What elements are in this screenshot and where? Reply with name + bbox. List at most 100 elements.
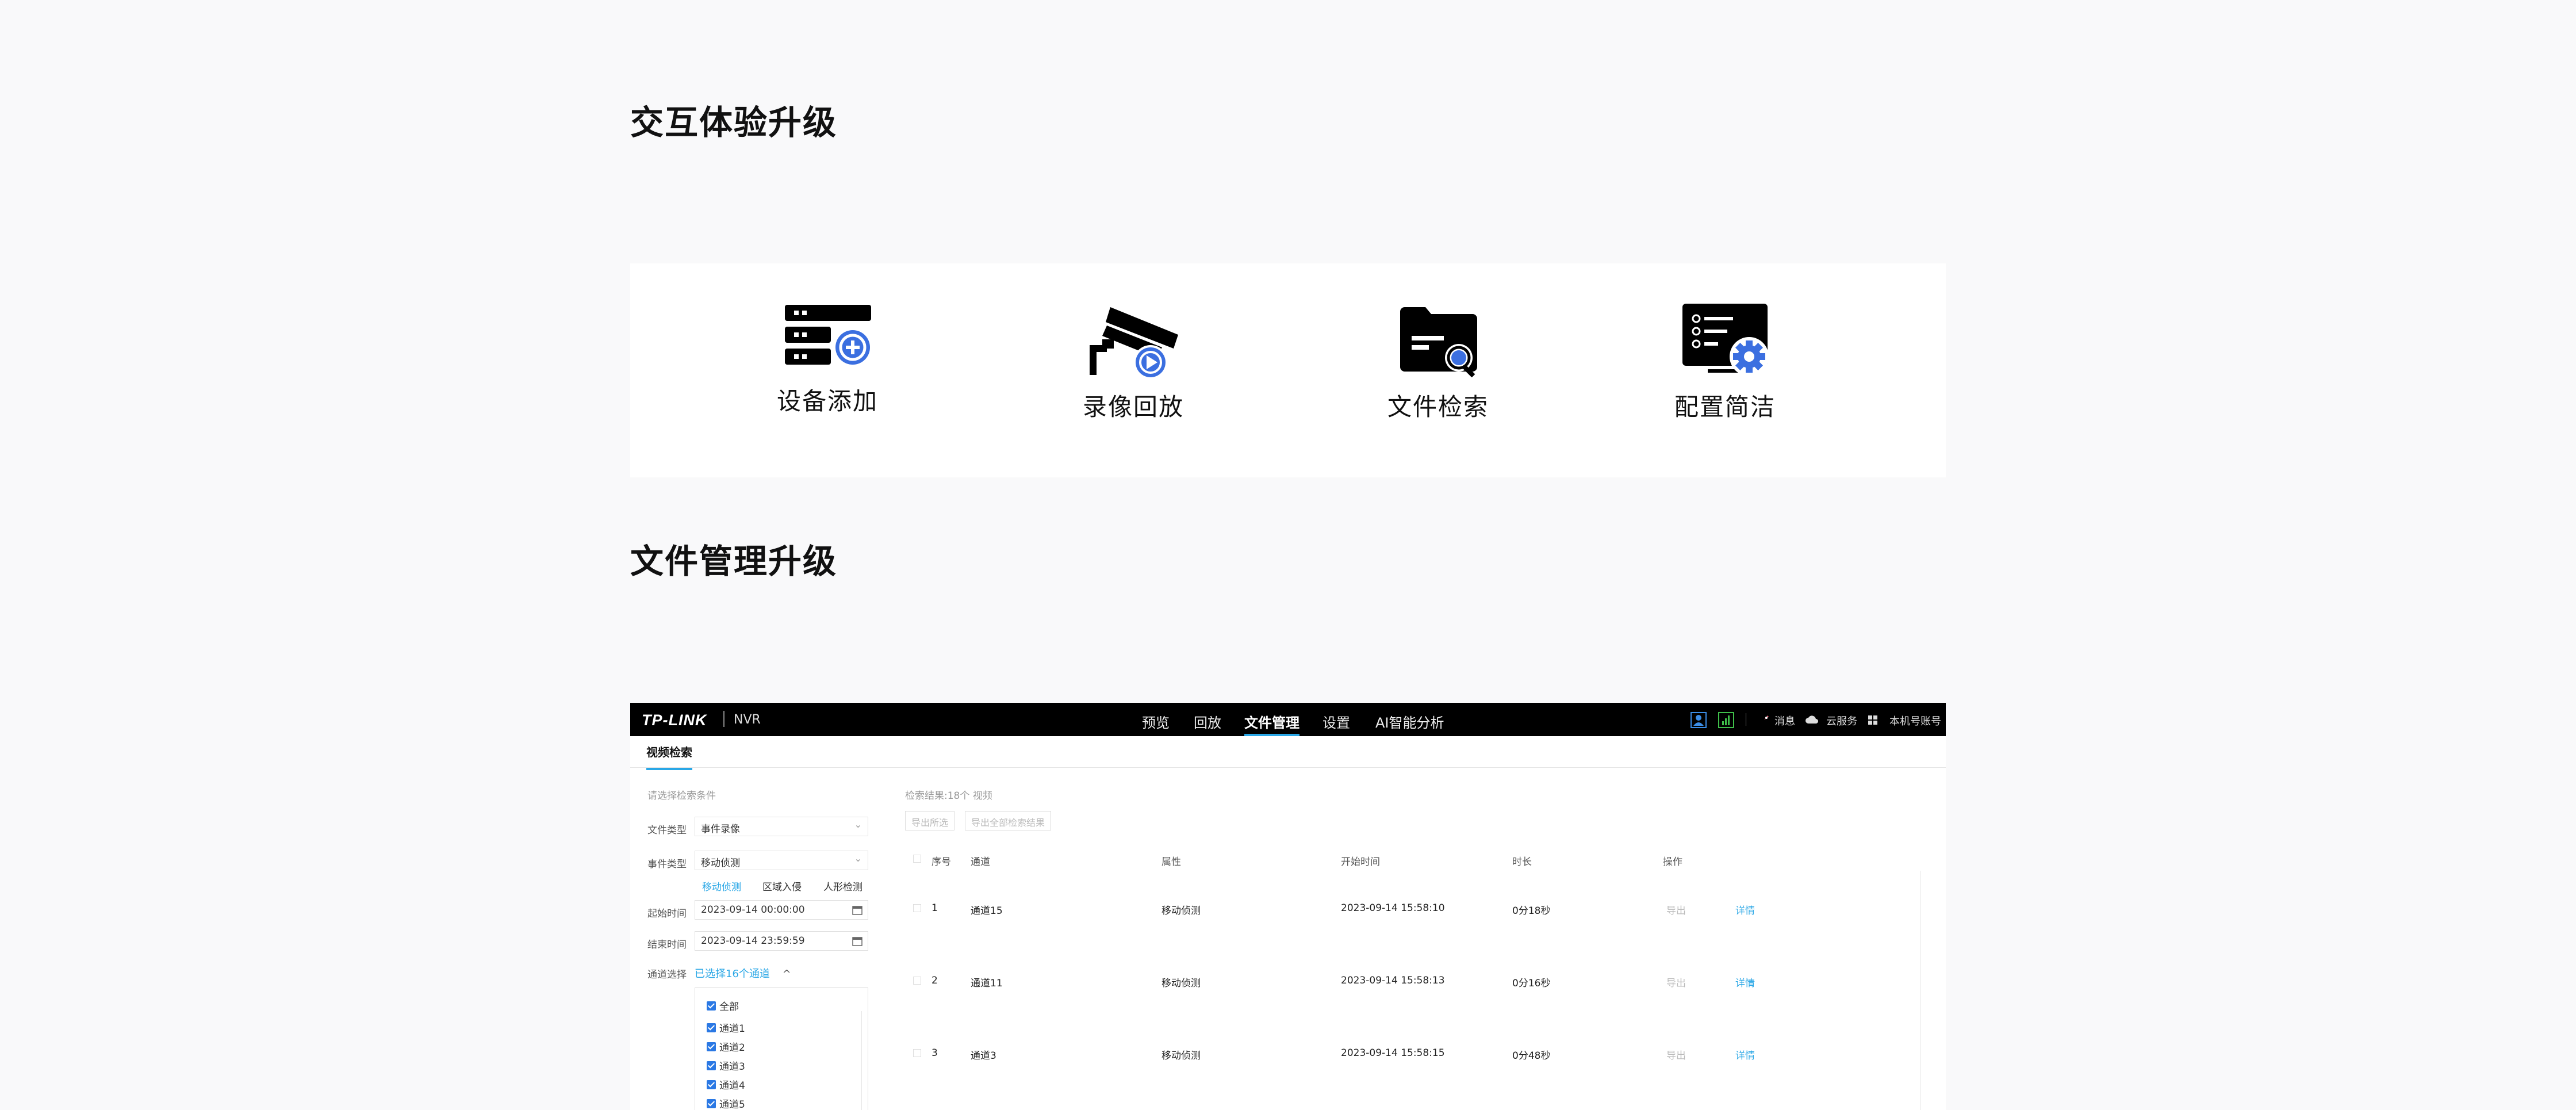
detail-link[interactable]: 详情: [1735, 1047, 1755, 1062]
detail-link[interactable]: 详情: [1735, 902, 1755, 917]
cell-attr: 移动侦测: [1162, 978, 1201, 989]
channel-label: 全部: [719, 1001, 739, 1013]
cell-start: 2023-09-14 15:58:15: [1341, 1047, 1445, 1059]
channel-checkbox-5[interactable]: 通道5: [707, 1096, 745, 1110]
col-header-no: 序号: [931, 856, 951, 868]
channel-label: 通道5: [719, 1099, 745, 1110]
channel-checkbox-2[interactable]: 通道2: [707, 1039, 745, 1054]
grid-icon: [1868, 715, 1877, 725]
channel-checkbox-3[interactable]: 通道3: [707, 1058, 745, 1073]
search-hint: 请选择检索条件: [647, 790, 716, 802]
end-time-input[interactable]: 2023-09-14 23:59:59: [695, 931, 868, 951]
subtab-divider: [630, 767, 1946, 768]
export-all-button[interactable]: 导出全部检索结果: [965, 811, 1052, 830]
user-icon[interactable]: [1690, 712, 1707, 728]
calendar-icon[interactable]: [852, 904, 863, 916]
col-header-action: 操作: [1663, 856, 1682, 868]
logo-divider: [723, 711, 724, 727]
cell-duration: 0分16秒: [1512, 978, 1551, 989]
detail-link[interactable]: 详情: [1735, 975, 1755, 989]
feature-file-search: 文件检索: [1352, 303, 1524, 423]
cloud-service-link[interactable]: 云服务: [1826, 713, 1857, 728]
checkbox-checked-icon: [707, 1098, 716, 1108]
channel-list-scrollbar[interactable]: [861, 1011, 868, 1110]
subtab-video-search[interactable]: 视频检索: [646, 743, 692, 770]
cell-start: 2023-09-14 15:58:10: [1341, 902, 1445, 914]
channel-label: 通道3: [719, 1061, 745, 1073]
nav-tab-playback[interactable]: 回放: [1194, 711, 1221, 736]
nav-tab-settings[interactable]: 设置: [1322, 711, 1350, 736]
table-scrollbar[interactable]: [1920, 871, 1928, 1110]
select-all-checkbox[interactable]: [913, 855, 921, 863]
export-link[interactable]: 导出: [1666, 902, 1686, 917]
cell-channel: 通道11: [971, 978, 1003, 989]
start-time-input[interactable]: 2023-09-14 00:00:00: [695, 900, 868, 920]
channel-selected-text: 已选择16个通道: [695, 968, 770, 980]
event-option-intrusion[interactable]: 区域入侵: [762, 879, 802, 893]
camera-playback-icon: [1090, 307, 1178, 377]
nav-tab-ai-analysis[interactable]: AI智能分析: [1375, 711, 1444, 736]
col-header-attr: 属性: [1162, 856, 1181, 868]
chevron-down-icon: ⌄: [854, 853, 862, 864]
feature-label: 设备添加: [776, 387, 878, 415]
event-option-motion[interactable]: 移动侦测: [702, 879, 741, 893]
checkbox-checked-icon: [707, 1042, 716, 1051]
cell-no: 1: [931, 902, 938, 914]
row-checkbox[interactable]: [913, 904, 921, 912]
cell-no: 3: [931, 1047, 938, 1059]
event-type-label: 事件类型: [647, 859, 687, 870]
col-header-channel: 通道: [971, 856, 990, 868]
rocket-icon: [1761, 715, 1769, 723]
section-title-interaction: 交互体验升级: [630, 103, 838, 142]
export-link[interactable]: 导出: [1666, 975, 1686, 989]
channel-checkbox-1[interactable]: 通道1: [707, 1020, 745, 1035]
col-header-start: 开始时间: [1341, 856, 1380, 868]
device-add-icon: [785, 305, 872, 367]
checkbox-checked-icon: [707, 1080, 716, 1089]
channel-selected-toggle[interactable]: 已选择16个通道 ^: [695, 966, 791, 981]
channel-list: 全部 通道1 通道2 通道3 通道4 通道5: [695, 987, 868, 1110]
cell-duration: 0分48秒: [1512, 1050, 1551, 1062]
signal-icon[interactable]: [1718, 712, 1734, 728]
channel-select-label: 通道选择: [647, 969, 687, 981]
product-name: NVR: [734, 713, 761, 727]
channel-label: 通道1: [719, 1023, 745, 1035]
feature-config: 配置简洁: [1639, 303, 1811, 423]
file-search-icon: [1400, 307, 1477, 377]
nvr-app-window: TP-LINK NVR 预览 回放 文件管理 设置 AI智能分析 消息 云服务 …: [630, 703, 1946, 1110]
channel-checkbox-all[interactable]: 全部: [707, 998, 739, 1013]
feature-label: 配置简洁: [1674, 393, 1776, 421]
chevron-up-icon: ^: [782, 968, 791, 980]
nav-tab-file-management[interactable]: 文件管理: [1244, 711, 1300, 736]
checkbox-checked-icon: [707, 1001, 716, 1011]
account-link[interactable]: 本机号账号: [1889, 713, 1941, 728]
messages-link[interactable]: 消息: [1774, 713, 1795, 728]
event-type-select[interactable]: 移动侦测 ⌄: [695, 851, 868, 870]
channel-label: 通道2: [719, 1042, 745, 1054]
cloud-icon: [1805, 715, 1818, 724]
feature-label: 录像回放: [1082, 393, 1184, 421]
cell-duration: 0分18秒: [1512, 905, 1551, 917]
nav-tab-preview[interactable]: 预览: [1142, 711, 1170, 736]
file-type-select[interactable]: 事件录像 ⌄: [695, 817, 868, 836]
channel-checkbox-4[interactable]: 通道4: [707, 1077, 745, 1092]
top-nav-bar: TP-LINK NVR 预览 回放 文件管理 设置 AI智能分析 消息 云服务 …: [630, 703, 1946, 736]
end-time-value: 2023-09-14 23:59:59: [701, 935, 805, 947]
section-title-file-management: 文件管理升级: [630, 542, 838, 581]
checkbox-checked-icon: [707, 1023, 716, 1032]
calendar-icon[interactable]: [852, 935, 863, 947]
cell-attr: 移动侦测: [1162, 905, 1201, 917]
file-type-value: 事件录像: [701, 824, 740, 835]
cell-no: 2: [931, 975, 938, 986]
cell-channel: 通道15: [971, 905, 1003, 917]
row-checkbox[interactable]: [913, 977, 921, 985]
checkbox-checked-icon: [707, 1061, 716, 1070]
row-checkbox[interactable]: [913, 1049, 921, 1057]
chevron-down-icon: ⌄: [854, 819, 862, 830]
event-option-human[interactable]: 人形检测: [823, 879, 862, 893]
export-selected-button[interactable]: 导出所选: [905, 811, 955, 830]
tplink-logo: TP-LINK: [642, 711, 707, 729]
config-icon: [1682, 304, 1769, 376]
col-header-duration: 时长: [1512, 856, 1532, 868]
export-link[interactable]: 导出: [1666, 1047, 1686, 1062]
